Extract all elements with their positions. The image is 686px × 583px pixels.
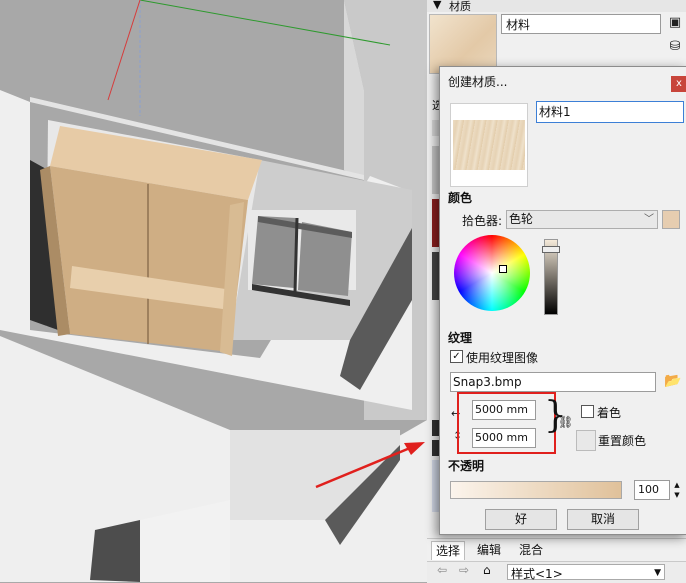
close-button[interactable]: x — [671, 76, 686, 92]
highlight-box — [457, 392, 556, 454]
style-select-value: 样式<1> — [511, 567, 563, 581]
brightness-slider-handle[interactable] — [542, 246, 560, 253]
opacity-section-heading: 不透明 — [448, 459, 485, 473]
opacity-spinner[interactable]: ▲ ▼ — [671, 480, 683, 500]
tray-header[interactable]: ▼ 材质 — [427, 0, 686, 13]
paint-bucket-icon[interactable]: ⛁ — [666, 38, 684, 56]
chevron-down-icon: ﹀ — [644, 214, 654, 225]
back-arrow-icon[interactable]: ⇦ — [437, 563, 447, 577]
texture-section-heading: 纹理 — [448, 331, 473, 345]
picker-label: 拾色器: — [462, 214, 503, 228]
color-swatch[interactable] — [662, 210, 680, 229]
tab-select[interactable]: 选择 — [431, 541, 466, 560]
ok-button[interactable]: 好 — [485, 509, 557, 530]
color-section-heading: 颜色 — [448, 191, 473, 205]
use-texture-label: 使用纹理图像 — [466, 351, 539, 365]
material-name-input[interactable]: 材料1 — [536, 101, 684, 123]
use-texture-checkbox[interactable]: ✓ — [450, 350, 463, 363]
tab-mix[interactable]: 混合 — [515, 541, 547, 559]
tray-nav-bar: ⇦ ⇨ ⌂ 样式<1> ▼ — [427, 561, 686, 583]
tab-edit[interactable]: 编辑 — [473, 541, 505, 559]
color-wheel-marker[interactable] — [499, 265, 507, 273]
reset-color-swatch[interactable] — [576, 430, 596, 451]
style-select[interactable]: 样式<1> ▼ — [507, 564, 665, 581]
collapse-icon[interactable]: ▼ — [433, 0, 441, 11]
dialog-title: 创建材质... — [448, 75, 508, 89]
material-name-field[interactable]: 材料 — [501, 14, 661, 34]
tray-title: 材质 — [449, 0, 471, 13]
tray-tab-bar: 选择 编辑 混合 — [427, 538, 686, 561]
picker-value: 色轮 — [509, 212, 534, 226]
color-picker-select[interactable]: 色轮 ﹀ — [506, 210, 658, 229]
opacity-input[interactable]: 100 — [634, 480, 670, 500]
create-material-icon[interactable]: ▣ — [666, 14, 684, 32]
forward-arrow-icon[interactable]: ⇨ — [459, 563, 469, 577]
colorize-checkbox[interactable] — [581, 405, 594, 418]
link-chain-icon[interactable]: ⛓ — [558, 415, 573, 429]
material-preview — [450, 103, 528, 187]
opacity-slider[interactable] — [450, 481, 622, 499]
color-wheel[interactable] — [454, 235, 530, 311]
texture-file-field[interactable]: Snap3.bmp — [450, 372, 656, 392]
wood-texture-preview — [453, 120, 525, 170]
colorize-label: 着色 — [597, 406, 622, 420]
browse-folder-icon[interactable]: 📂 — [664, 373, 682, 389]
model-viewport[interactable] — [0, 0, 427, 582]
home-icon[interactable]: ⌂ — [483, 563, 491, 577]
create-material-dialog: 创建材质... x 材料1 颜色 拾色器: 色轮 ﹀ 纹理 ✓ 使用纹理图像 S… — [439, 66, 686, 535]
model-scene — [0, 0, 427, 582]
reset-color-label[interactable]: 重置颜色 — [598, 432, 646, 449]
cancel-button[interactable]: 取消 — [567, 509, 639, 530]
chevron-down-icon: ▼ — [654, 568, 661, 578]
current-material-swatch[interactable] — [429, 14, 497, 74]
